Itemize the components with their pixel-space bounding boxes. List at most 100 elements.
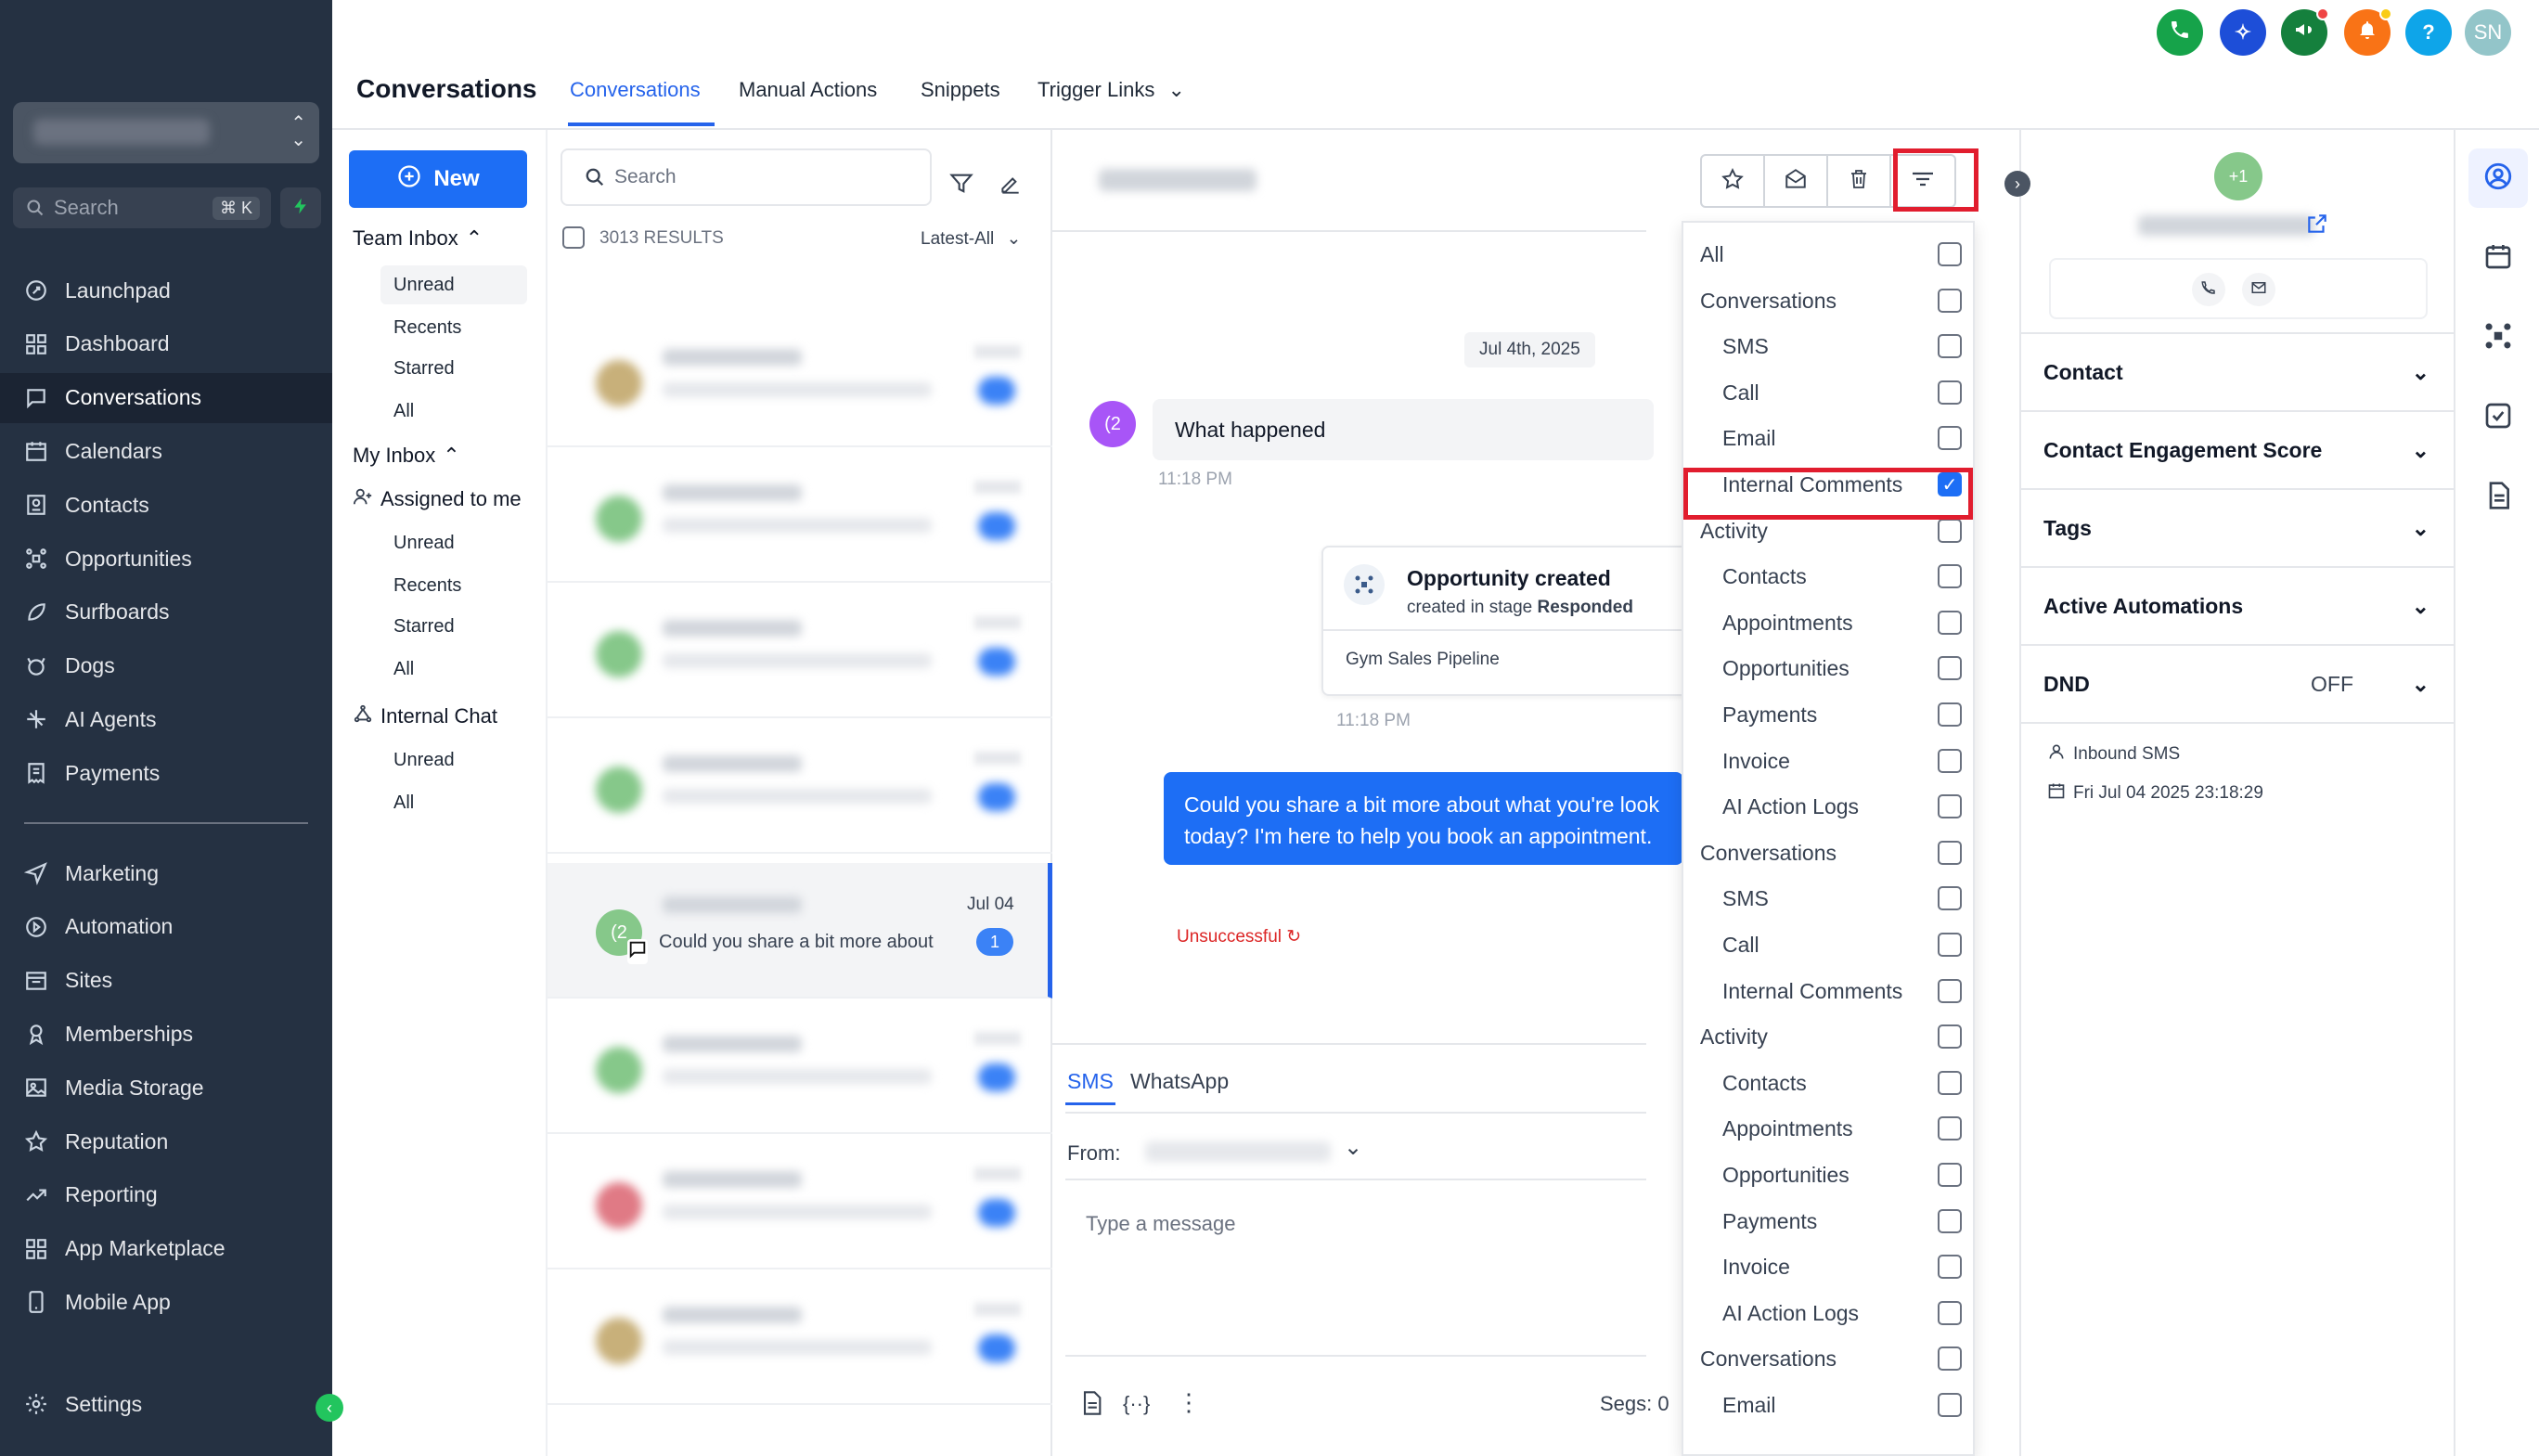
variables-icon[interactable]: {··} bbox=[1123, 1392, 1150, 1416]
sidebar-item-marketing[interactable]: Marketing bbox=[0, 848, 332, 898]
filter-option-opportunities[interactable]: Opportunities bbox=[1683, 1153, 1973, 1198]
conversation-row[interactable] bbox=[548, 583, 1052, 718]
from-number-blurred[interactable] bbox=[1145, 1141, 1331, 1162]
internal-chat-header[interactable]: Internal Chat bbox=[353, 703, 497, 729]
mark-unread-button[interactable] bbox=[1765, 156, 1828, 206]
sidebar-item-calendars[interactable]: Calendars bbox=[0, 426, 332, 476]
team-inbox-unread[interactable]: Unread bbox=[380, 265, 527, 304]
sidebar-item-sites[interactable]: Sites bbox=[0, 956, 332, 1006]
sidebar-item-memberships[interactable]: Memberships bbox=[0, 1009, 332, 1059]
filter-option-call[interactable]: Call bbox=[1683, 370, 1973, 416]
delivery-status[interactable]: Unsuccessful ↻ bbox=[1177, 926, 1301, 947]
conversation-row[interactable] bbox=[548, 999, 1052, 1134]
account-switcher[interactable]: ⌃ ⌄ bbox=[13, 102, 319, 163]
internal-chat-all[interactable]: All bbox=[393, 792, 414, 814]
my-inbox-starred[interactable]: Starred bbox=[393, 616, 455, 638]
select-all-checkbox[interactable] bbox=[562, 226, 585, 249]
filter-option-checkbox[interactable] bbox=[1938, 1346, 1962, 1372]
my-inbox-all[interactable]: All bbox=[393, 659, 414, 680]
compose-icon[interactable] bbox=[999, 173, 1023, 201]
filter-option-conversations[interactable]: Conversations bbox=[1683, 278, 1973, 324]
filter-option-checkbox[interactable] bbox=[1938, 840, 1962, 865]
email-contact-button[interactable] bbox=[2242, 273, 2275, 306]
filter-option-invoice[interactable]: Invoice bbox=[1683, 739, 1973, 784]
conversation-row[interactable] bbox=[548, 1269, 1052, 1405]
section-active-automations[interactable]: Active Automations ⌄ bbox=[2021, 568, 2455, 646]
rail-contact-button[interactable] bbox=[2468, 148, 2528, 208]
filter-option-checkbox[interactable] bbox=[1938, 242, 1962, 266]
quick-action-button[interactable] bbox=[280, 187, 321, 228]
rail-opportunities-button[interactable] bbox=[2468, 308, 2528, 367]
sidebar-item-settings[interactable]: Settings bbox=[0, 1379, 332, 1429]
tab-manual-actions[interactable]: Manual Actions bbox=[739, 78, 877, 102]
filter-option-checkbox[interactable] bbox=[1938, 748, 1962, 773]
delete-button[interactable] bbox=[1828, 156, 1891, 206]
conversation-row[interactable] bbox=[548, 718, 1052, 854]
sidebar-item-dashboard[interactable]: Dashboard bbox=[0, 319, 332, 369]
collapse-sidebar-button[interactable]: ‹ bbox=[316, 1394, 343, 1422]
sidebar-item-surfboards[interactable]: Surfboards bbox=[0, 587, 332, 638]
help-button[interactable]: ? bbox=[2405, 9, 2452, 56]
internal-chat-unread[interactable]: Unread bbox=[393, 750, 455, 771]
my-inbox-recents[interactable]: Recents bbox=[393, 575, 461, 597]
filter-option-ai-action-logs[interactable]: AI Action Logs bbox=[1683, 784, 1973, 830]
call-contact-button[interactable] bbox=[2192, 273, 2225, 306]
sort-select[interactable]: Latest-All ⌄ bbox=[921, 228, 1021, 250]
filter-option-sms[interactable]: SMS bbox=[1683, 876, 1973, 921]
filter-icon[interactable] bbox=[948, 171, 974, 201]
sidebar-item-ai-agents[interactable]: AI Agents bbox=[0, 694, 332, 744]
section-engagement-score[interactable]: Contact Engagement Score ⌄ bbox=[2021, 412, 2455, 490]
filter-option-checkbox[interactable] bbox=[1938, 702, 1962, 727]
rail-notes-button[interactable] bbox=[2468, 468, 2528, 527]
filter-option-checkbox[interactable] bbox=[1938, 886, 1962, 911]
external-link-icon[interactable] bbox=[2305, 212, 2329, 240]
filter-option-checkbox[interactable] bbox=[1938, 1024, 1962, 1050]
filter-option-email[interactable]: Email bbox=[1683, 416, 1973, 461]
section-contact[interactable]: Contact ⌄ bbox=[2021, 334, 2455, 412]
filter-option-call[interactable]: Call bbox=[1683, 922, 1973, 968]
composer-tab-sms[interactable]: SMS bbox=[1067, 1069, 1114, 1094]
filter-option-checkbox[interactable] bbox=[1938, 610, 1962, 635]
ai-assistant-button[interactable]: ✧ bbox=[2220, 9, 2266, 56]
filter-option-checkbox[interactable] bbox=[1938, 1255, 1962, 1280]
conversation-row-selected[interactable]: (2 Could you share a bit more about Jul … bbox=[548, 863, 1052, 999]
phone-button[interactable] bbox=[2157, 9, 2203, 56]
filter-option-checkbox[interactable] bbox=[1938, 1163, 1962, 1187]
filter-option-invoice[interactable]: Invoice bbox=[1683, 1244, 1973, 1290]
section-tags[interactable]: Tags ⌄ bbox=[2021, 490, 2455, 568]
team-inbox-all[interactable]: All bbox=[393, 401, 414, 422]
filter-option-checkbox[interactable] bbox=[1938, 380, 1962, 405]
filter-option-opportunities[interactable]: Opportunities bbox=[1683, 646, 1973, 691]
filter-option-checkbox[interactable] bbox=[1938, 288, 1962, 313]
sidebar-item-automation[interactable]: Automation bbox=[0, 902, 332, 952]
sidebar-item-conversations[interactable]: Conversations bbox=[0, 372, 332, 423]
sidebar-item-launchpad[interactable]: Launchpad bbox=[0, 265, 332, 316]
assigned-to-me[interactable]: Assigned to me bbox=[353, 486, 522, 512]
filter-option-checkbox[interactable] bbox=[1938, 933, 1962, 957]
message-input[interactable]: Type a message bbox=[1086, 1212, 1235, 1236]
filter-option-checkbox[interactable] bbox=[1938, 564, 1962, 589]
filter-option-activity[interactable]: Activity bbox=[1683, 1014, 1973, 1060]
rail-tasks-button[interactable] bbox=[2468, 388, 2528, 447]
filter-option-payments[interactable]: Payments bbox=[1683, 1199, 1973, 1244]
filter-option-contacts[interactable]: Contacts bbox=[1683, 554, 1973, 599]
rail-calendar-button[interactable] bbox=[2468, 228, 2528, 288]
tab-conversations[interactable]: Conversations bbox=[570, 78, 701, 102]
filter-option-checkbox[interactable] bbox=[1938, 426, 1962, 451]
filter-option-checkbox[interactable] bbox=[1938, 656, 1962, 681]
team-inbox-starred[interactable]: Starred bbox=[393, 358, 455, 380]
filter-option-appointments[interactable]: Appointments bbox=[1683, 1106, 1973, 1152]
sidebar-search[interactable]: Search ⌘ K bbox=[13, 187, 271, 228]
composer-tab-whatsapp[interactable]: WhatsApp bbox=[1130, 1069, 1229, 1094]
filter-option-email[interactable]: Email bbox=[1683, 1383, 1973, 1428]
conversation-row[interactable] bbox=[548, 447, 1052, 583]
sidebar-item-payments[interactable]: Payments bbox=[0, 748, 332, 798]
filter-option-internal-comments[interactable]: Internal Comments bbox=[1683, 969, 1973, 1014]
user-avatar[interactable]: SN bbox=[2465, 9, 2511, 56]
filter-option-checkbox[interactable] bbox=[1938, 1070, 1962, 1095]
sidebar-item-contacts[interactable]: Contacts bbox=[0, 480, 332, 530]
filter-option-checkbox[interactable] bbox=[1938, 518, 1962, 543]
sidebar-item-app-marketplace[interactable]: App Marketplace bbox=[0, 1224, 332, 1274]
filter-option-checkbox[interactable] bbox=[1938, 334, 1962, 359]
filter-option-conversations[interactable]: Conversations bbox=[1683, 1336, 1973, 1382]
